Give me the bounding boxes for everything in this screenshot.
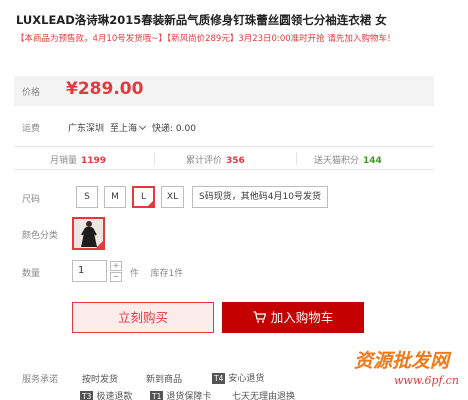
size-option-xl[interactable]: XL [161, 186, 184, 208]
stat-reviews[interactable]: 累计评价 356 [186, 153, 245, 166]
color-label: 颜色分类 [22, 231, 59, 241]
promise-return-card[interactable]: T1 退货保障卡 [150, 389, 211, 400]
size-option-m[interactable]: M [104, 186, 126, 208]
watermark-url: www.6pf.cn [394, 374, 459, 387]
sales-stats: 月销量 1199 累计评价 356 送天猫积分 144 [14, 146, 434, 170]
stat-value: 144 [363, 156, 382, 166]
price-band: 价格 ¥289.00 [14, 76, 434, 106]
selected-check-icon [147, 200, 154, 207]
service-label: 服务承诺 [22, 375, 59, 385]
stat-label: 送天猫积分 [314, 156, 360, 166]
promise-label: 极速退款 [96, 392, 133, 400]
size-option-preorder[interactable]: S码现货，其他码4月10号发货 [192, 186, 328, 208]
promise-label: 退货保障卡 [166, 392, 212, 400]
promise-on-time[interactable]: 按时发货 [82, 372, 118, 385]
shipping-label: 运费 [22, 124, 41, 134]
promise-seven-day[interactable]: 七天无理由退换 [232, 389, 295, 400]
badge-t1: T1 [150, 391, 164, 400]
stat-points: 送天猫积分 144 [314, 153, 382, 166]
promise-fast-refund[interactable]: T3 极速退款 [80, 389, 132, 400]
watermark: 资源批发网 www.6pf.cn [344, 344, 468, 400]
size-option-l[interactable]: L [132, 186, 155, 208]
badge-t4: T4 [212, 373, 226, 384]
shipping-destination: 至上海 [110, 124, 138, 134]
badge-t3: T3 [80, 391, 94, 400]
price-value: ¥289.00 [66, 79, 144, 99]
quantity-input[interactable]: 1 [72, 260, 107, 282]
size-label: 尺码 [22, 195, 41, 205]
cart-icon [253, 311, 266, 323]
stat-monthly-sales: 月销量 1199 [50, 153, 106, 166]
stat-value: 1199 [81, 156, 107, 166]
selected-check-icon [96, 241, 103, 248]
promise-safe-return[interactable]: T4 安心退货 [212, 371, 264, 384]
buy-now-button[interactable]: 立刻购买 [72, 302, 214, 333]
stat-value: 356 [226, 156, 245, 166]
shipping-fee: 快递: 0.00 [152, 124, 196, 134]
shipping-destination-select[interactable]: 至上海 [110, 121, 147, 134]
divider [154, 152, 155, 165]
quantity-label: 数量 [22, 269, 41, 279]
stat-label: 月销量 [50, 156, 78, 166]
quantity-decrease-button[interactable]: − [110, 272, 122, 282]
price-label: 价格 [22, 88, 41, 98]
stat-label: 累计评价 [186, 156, 223, 166]
stock-count: 库存1件 [150, 269, 184, 279]
size-option-s[interactable]: S [76, 186, 98, 208]
color-swatch-black-dress[interactable] [72, 217, 105, 250]
stock-info: 件 库存1件 [130, 266, 183, 279]
size-option-label: L [140, 192, 146, 202]
quantity-increase-button[interactable]: + [110, 261, 122, 271]
add-to-cart-label: 加入购物车 [270, 310, 334, 325]
product-notice: 【本商品为预售款，4月10号发货哦~】【新风尚价289元】3月23日0:00准时… [16, 34, 396, 44]
watermark-logo: 资源批发网 [354, 350, 450, 372]
promise-label: 安心退货 [228, 374, 265, 384]
product-title: LUXLEAD洛诗琳2015春装新品气质修身钉珠蕾丝圆领七分袖连衣裙 女 [16, 13, 387, 27]
shipping-from: 广东深圳 [68, 124, 105, 134]
promise-new-arrival[interactable]: 新到商品 [146, 372, 182, 385]
add-to-cart-button[interactable]: 加入购物车 [222, 302, 364, 333]
divider [296, 152, 297, 165]
chevron-down-icon [138, 122, 147, 131]
quantity-unit: 件 [130, 269, 140, 279]
